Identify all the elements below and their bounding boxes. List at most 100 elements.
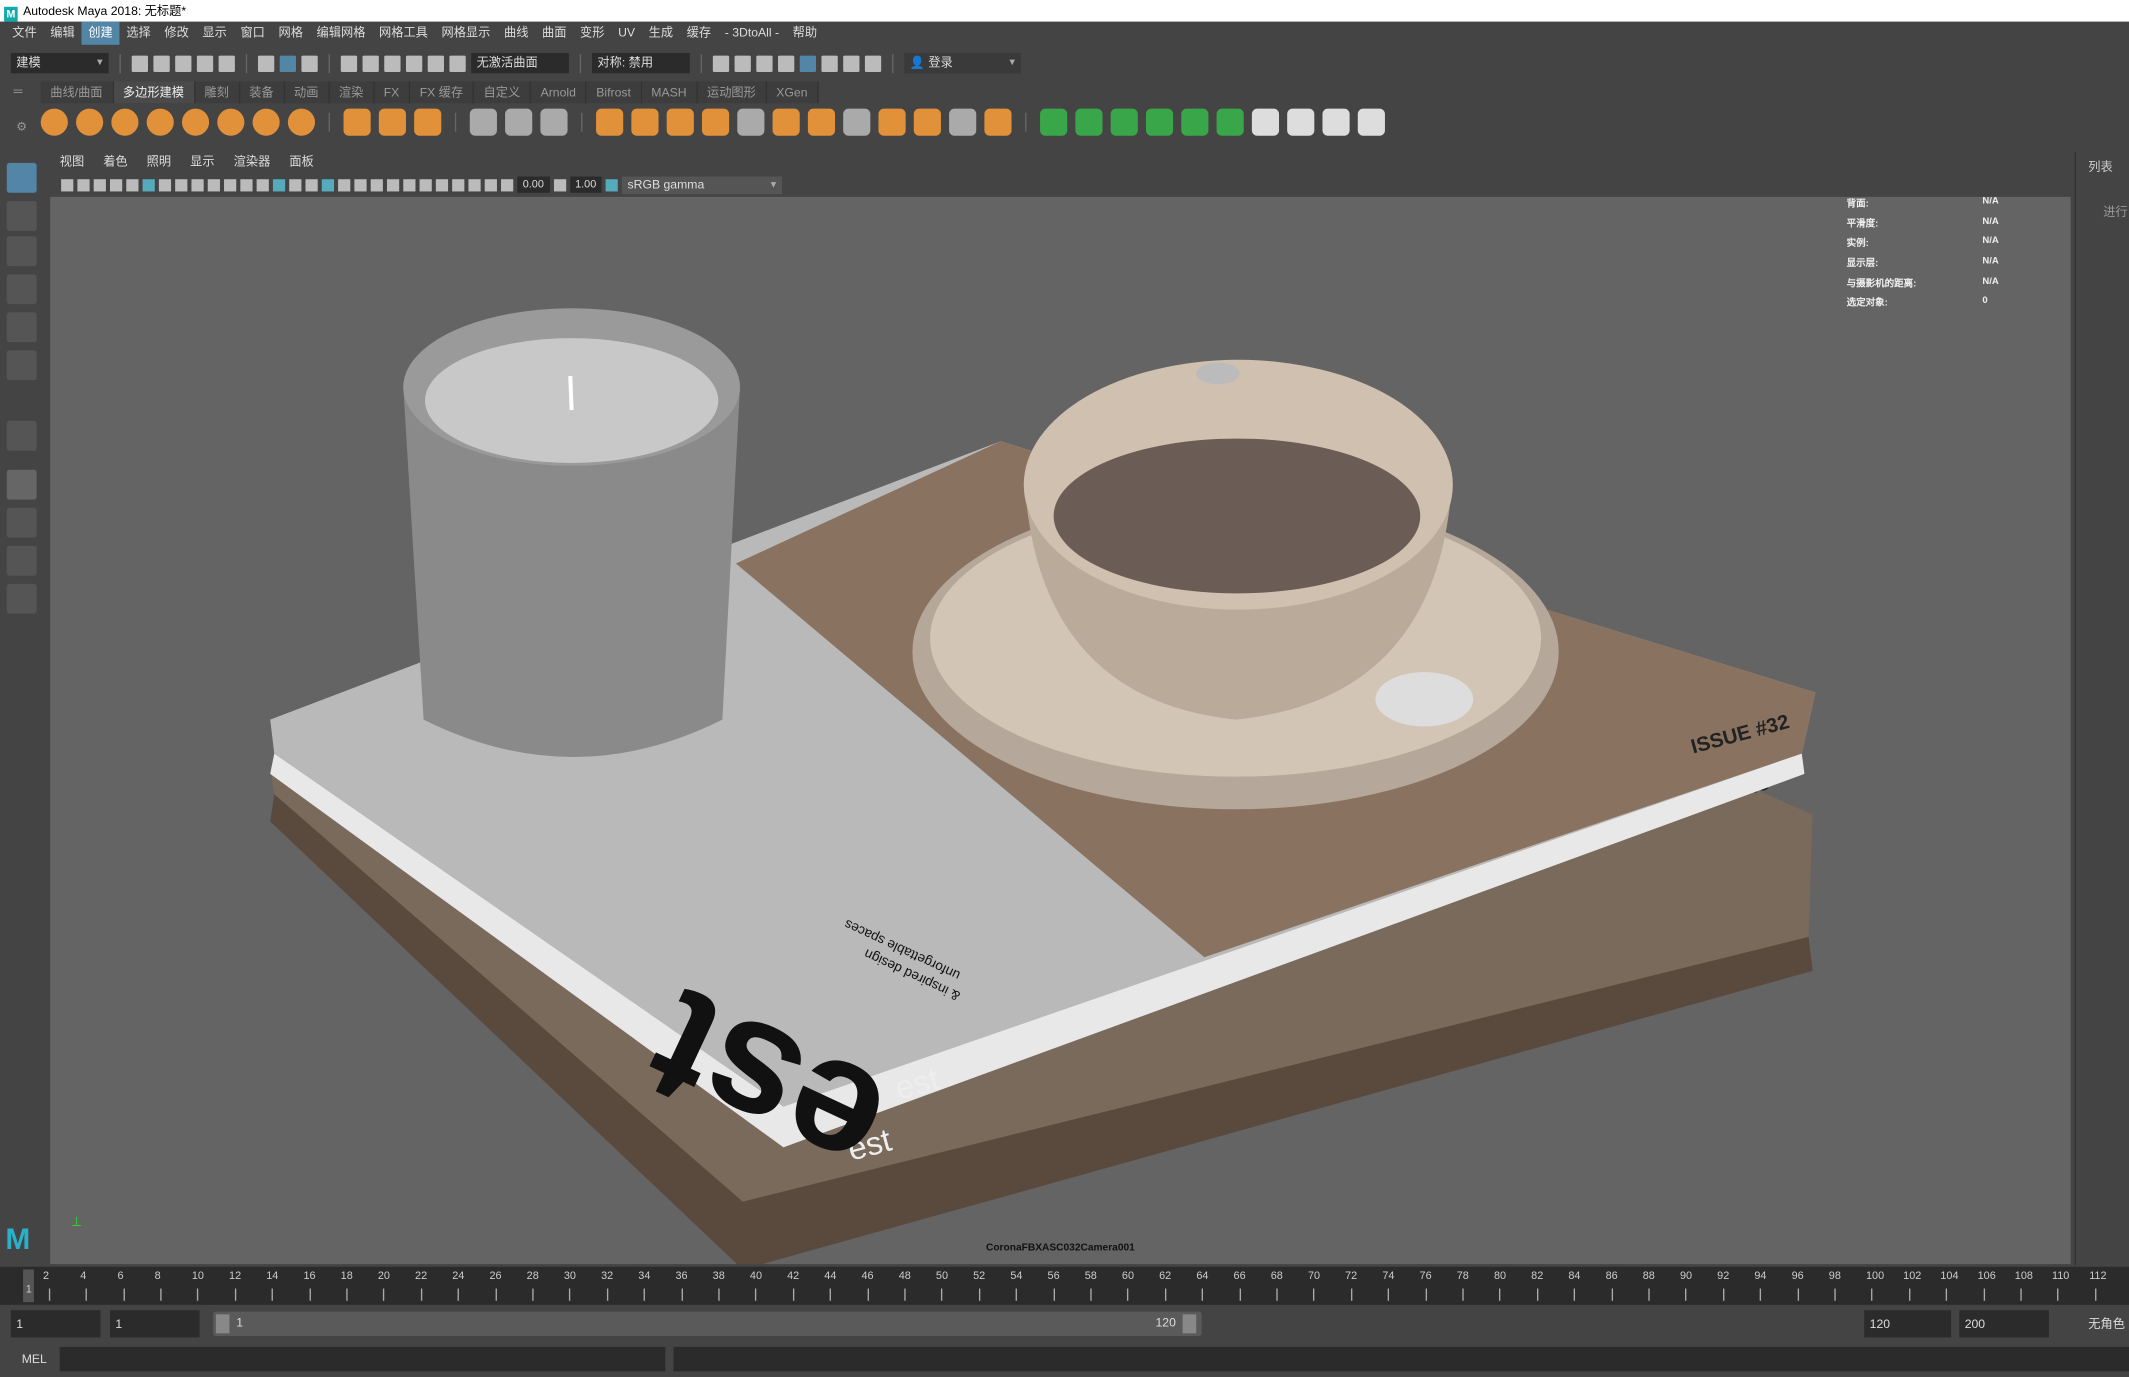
shelf-tab[interactable]: 多边形建模 — [113, 81, 195, 104]
planar-map-icon[interactable] — [1110, 108, 1138, 136]
hypershade-icon[interactable] — [799, 54, 817, 72]
select-camera-icon[interactable] — [61, 178, 74, 191]
snap-live-icon[interactable] — [449, 54, 466, 72]
combine-icon[interactable] — [596, 108, 624, 136]
measure-icon[interactable] — [469, 108, 497, 136]
poly-sphere-icon[interactable] — [40, 108, 68, 136]
xray-joints-icon[interactable] — [452, 178, 465, 191]
isolate-select-icon[interactable] — [435, 178, 449, 191]
render-frame-icon[interactable] — [734, 54, 751, 72]
menu-item[interactable]: 显示 — [196, 22, 234, 45]
new-scene-icon[interactable] — [131, 54, 148, 72]
menu-item[interactable]: 文件 — [5, 22, 43, 45]
platonic-icon[interactable] — [287, 108, 316, 136]
cylindrical-map-icon[interactable] — [1145, 108, 1174, 136]
resolution-gate-icon[interactable] — [175, 178, 188, 191]
image-plane-icon[interactable] — [109, 178, 123, 191]
snap-surface-icon[interactable] — [427, 54, 444, 72]
exposure-field[interactable]: 0.00 — [517, 176, 550, 193]
safe-title-icon[interactable] — [240, 178, 253, 191]
menu-set-dropdown[interactable]: 建模 ▼ — [10, 52, 109, 74]
mirror-icon[interactable] — [666, 108, 694, 136]
boolean-icon[interactable] — [1040, 108, 1068, 136]
xray-icon[interactable] — [321, 178, 335, 191]
range-slider[interactable]: 1 120 — [213, 1311, 1202, 1337]
viewport-3d[interactable]: ISSUE #48 est ISSUE #32 est unforgettabl… — [50, 196, 2071, 1265]
save-scene-icon[interactable] — [175, 54, 192, 72]
panel-menu-item[interactable]: 渲染器 — [224, 152, 280, 172]
panel-menu-item[interactable]: 照明 — [137, 152, 180, 172]
menu-item[interactable]: 编辑网格 — [310, 22, 372, 45]
poly-cylinder-icon[interactable] — [111, 108, 139, 136]
cut-uv-icon[interactable] — [1322, 108, 1350, 136]
lasso-tool-icon[interactable] — [6, 200, 37, 231]
render-settings-icon[interactable] — [778, 54, 795, 72]
safe-action-icon[interactable] — [224, 178, 237, 191]
render-setup-icon[interactable] — [821, 54, 838, 72]
list-tab[interactable]: 列表 — [2088, 158, 2112, 176]
shelf-settings-icon[interactable]: ⚙ — [16, 119, 27, 134]
shelf-tab[interactable]: 动画 — [284, 81, 330, 104]
grease-pencil-icon[interactable] — [126, 178, 139, 191]
camera-attributes-icon[interactable] — [77, 178, 90, 191]
open-scene-icon[interactable] — [153, 54, 170, 72]
shadows-icon[interactable] — [354, 178, 367, 191]
camera-map-icon[interactable] — [1216, 108, 1244, 136]
rotate-tool-icon[interactable] — [6, 312, 37, 343]
menu-item[interactable]: 曲线 — [497, 22, 535, 45]
anti-aliasing-icon[interactable] — [403, 178, 416, 191]
panel-menu-item[interactable]: 视图 — [50, 152, 93, 172]
multi-cut-icon[interactable] — [913, 108, 941, 136]
snap-view-plane-icon[interactable] — [405, 54, 423, 72]
backface-icon[interactable] — [484, 178, 497, 191]
menu-item[interactable]: 编辑 — [43, 22, 81, 45]
single-perspective-layout-icon[interactable] — [6, 469, 37, 500]
anim-start-field[interactable]: 1 — [109, 1310, 200, 1338]
poly-torus-icon[interactable] — [181, 108, 210, 136]
svg-icon[interactable] — [414, 108, 442, 136]
grid-icon[interactable] — [142, 178, 155, 191]
command-language-toggle[interactable]: MEL — [22, 1352, 47, 1366]
extrude-icon[interactable] — [737, 108, 765, 136]
shelf-tab[interactable]: Arnold — [531, 81, 587, 104]
menu-item[interactable]: 网格显示 — [435, 22, 497, 45]
use-all-lights-icon[interactable] — [338, 178, 351, 191]
menu-item[interactable]: 修改 — [158, 22, 196, 45]
menu-item[interactable]: 生成 — [642, 22, 680, 45]
default-material-icon[interactable] — [289, 178, 302, 191]
shelf-tab[interactable]: 雕刻 — [194, 81, 240, 104]
scale-tool-icon[interactable] — [6, 350, 37, 381]
shelf-tab[interactable]: FX — [374, 81, 411, 104]
shelf-tab[interactable]: MASH — [641, 81, 698, 104]
wireframe-on-shaded-icon[interactable] — [305, 178, 318, 191]
redo-icon[interactable] — [218, 54, 235, 72]
smooth-shade-icon[interactable] — [272, 178, 286, 191]
sew-uv-icon[interactable] — [1357, 108, 1385, 136]
quad-draw-icon[interactable] — [984, 108, 1012, 136]
start-time-field[interactable]: 1 — [10, 1310, 101, 1338]
select-component-icon[interactable] — [301, 54, 318, 72]
uv-editor-icon[interactable] — [1075, 108, 1103, 136]
shelf-menu-icon[interactable]: ═ — [14, 84, 23, 98]
unfold-icon[interactable] — [1251, 108, 1280, 136]
end-time-field[interactable]: 120 — [1864, 1310, 1952, 1338]
auto-map-icon[interactable] — [1181, 108, 1209, 136]
shelf-tab[interactable]: 装备 — [239, 81, 285, 104]
symmetry-dropdown[interactable]: 对称: 禁用 — [591, 52, 690, 74]
ambient-occlusion-icon[interactable] — [370, 178, 383, 191]
range-end-handle[interactable] — [1182, 1314, 1197, 1334]
pause-icon[interactable] — [864, 54, 882, 72]
render-view-icon[interactable] — [712, 54, 730, 72]
time-slider[interactable]: 1 2 4 6 8 10 12 14 16 18 20 22 24 26 28 30 32 34 36 38 40 42… — [0, 1266, 2129, 1305]
menu-item[interactable]: 变形 — [573, 22, 611, 45]
character-set-dropdown[interactable]: 无角色 — [2088, 1314, 2125, 1332]
menu-item[interactable]: 帮助 — [786, 22, 824, 45]
move-tool-icon[interactable] — [6, 274, 37, 305]
snap-grid-icon[interactable] — [340, 54, 358, 72]
poly-disc-icon[interactable] — [252, 108, 280, 136]
view-transform-dropdown[interactable]: sRGB gamma ▼ — [622, 175, 783, 194]
show-manipulator-icon[interactable] — [6, 420, 37, 451]
target-weld-icon[interactable] — [949, 108, 977, 136]
gate-mask-icon[interactable] — [191, 178, 204, 191]
shelf-tab[interactable]: 运动图形 — [697, 81, 767, 104]
